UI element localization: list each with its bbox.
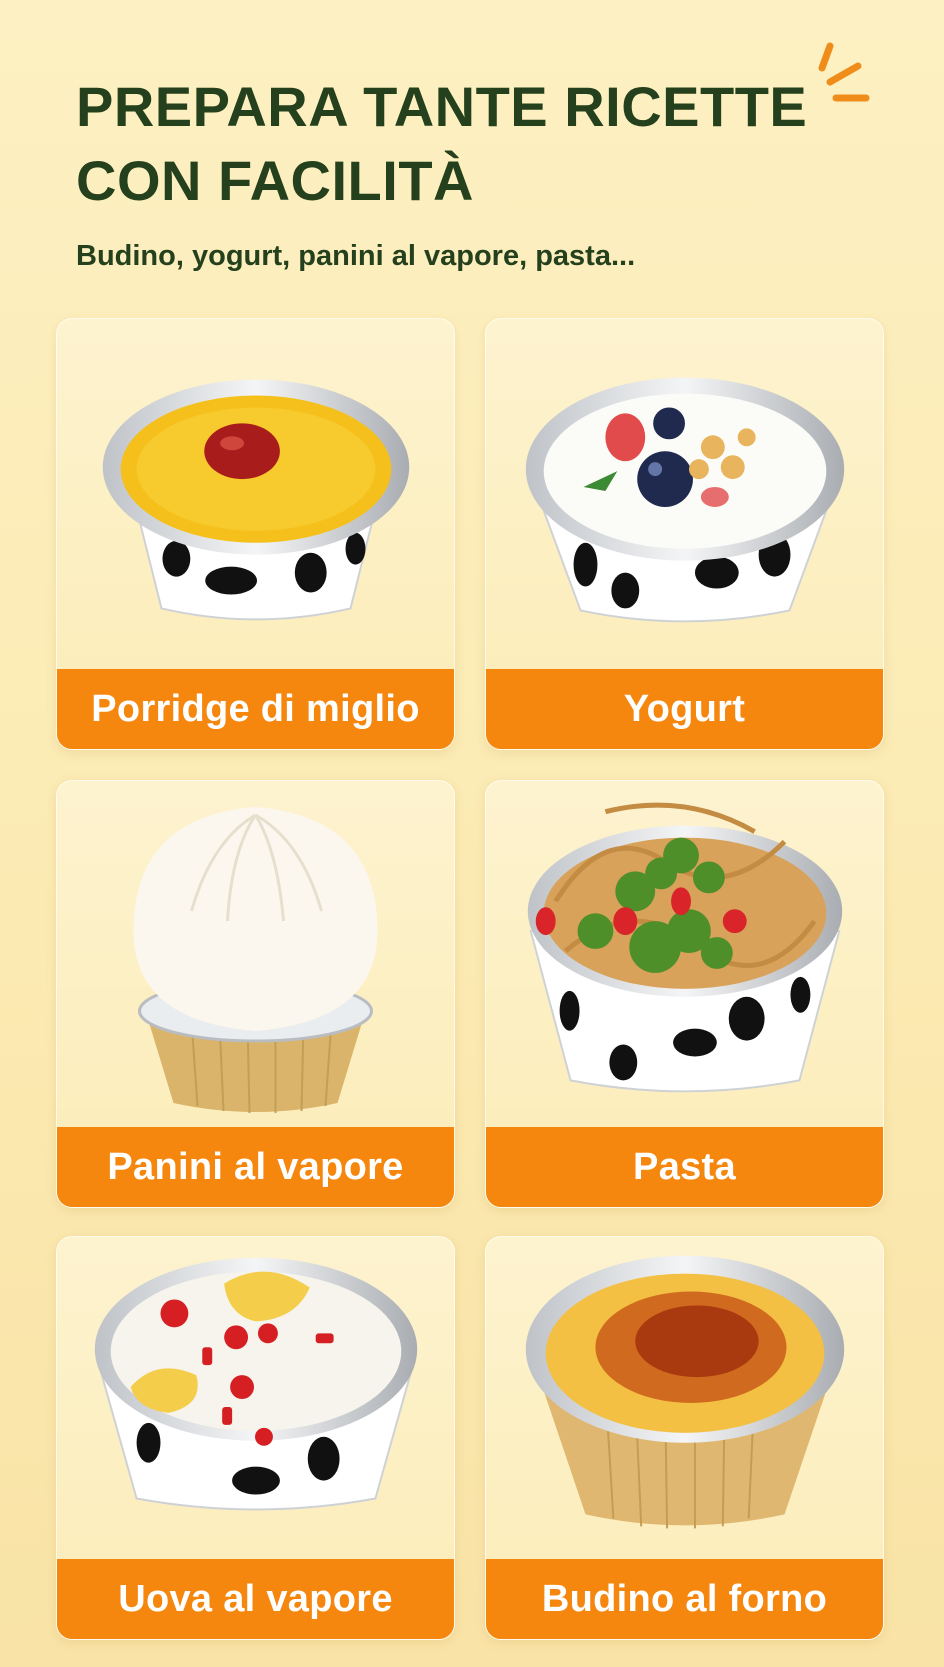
page-title: PREPARA TANTE RICETTE CON FACILITÀ bbox=[76, 70, 836, 218]
baked-pudding-cup-image bbox=[525, 1255, 845, 1529]
title-line-2: CON FACILITÀ bbox=[76, 149, 474, 212]
recipe-label: Yogurt bbox=[486, 669, 883, 749]
recipe-card-steamed-egg: Uova al vapore bbox=[56, 1236, 455, 1640]
yogurt-cup-image bbox=[525, 377, 845, 623]
recipe-label: Budino al forno bbox=[486, 1559, 883, 1639]
steamed-bun-cup-image bbox=[133, 807, 378, 1114]
steamed-egg-cup-image bbox=[94, 1257, 418, 1511]
recipe-label: Porridge di miglio bbox=[57, 669, 454, 749]
recipe-card-porridge: Porridge di miglio bbox=[56, 318, 455, 750]
recipe-card-steamed-bun: Panini al vapore bbox=[56, 780, 455, 1208]
sparkle-accent-icon bbox=[818, 42, 870, 102]
page-subtitle: Budino, yogurt, panini al vapore, pasta.… bbox=[76, 240, 636, 272]
pasta-cup-image bbox=[527, 802, 843, 1093]
recipe-label: Pasta bbox=[486, 1127, 883, 1207]
recipe-label: Panini al vapore bbox=[57, 1127, 454, 1207]
recipe-label: Uova al vapore bbox=[57, 1559, 454, 1639]
millet-porridge-cup-image bbox=[102, 379, 410, 621]
recipe-card-baked-pudding: Budino al forno bbox=[485, 1236, 884, 1640]
recipe-card-pasta: Pasta bbox=[485, 780, 884, 1208]
recipe-card-yogurt: Yogurt bbox=[485, 318, 884, 750]
title-line-1: PREPARA TANTE RICETTE bbox=[76, 75, 808, 138]
